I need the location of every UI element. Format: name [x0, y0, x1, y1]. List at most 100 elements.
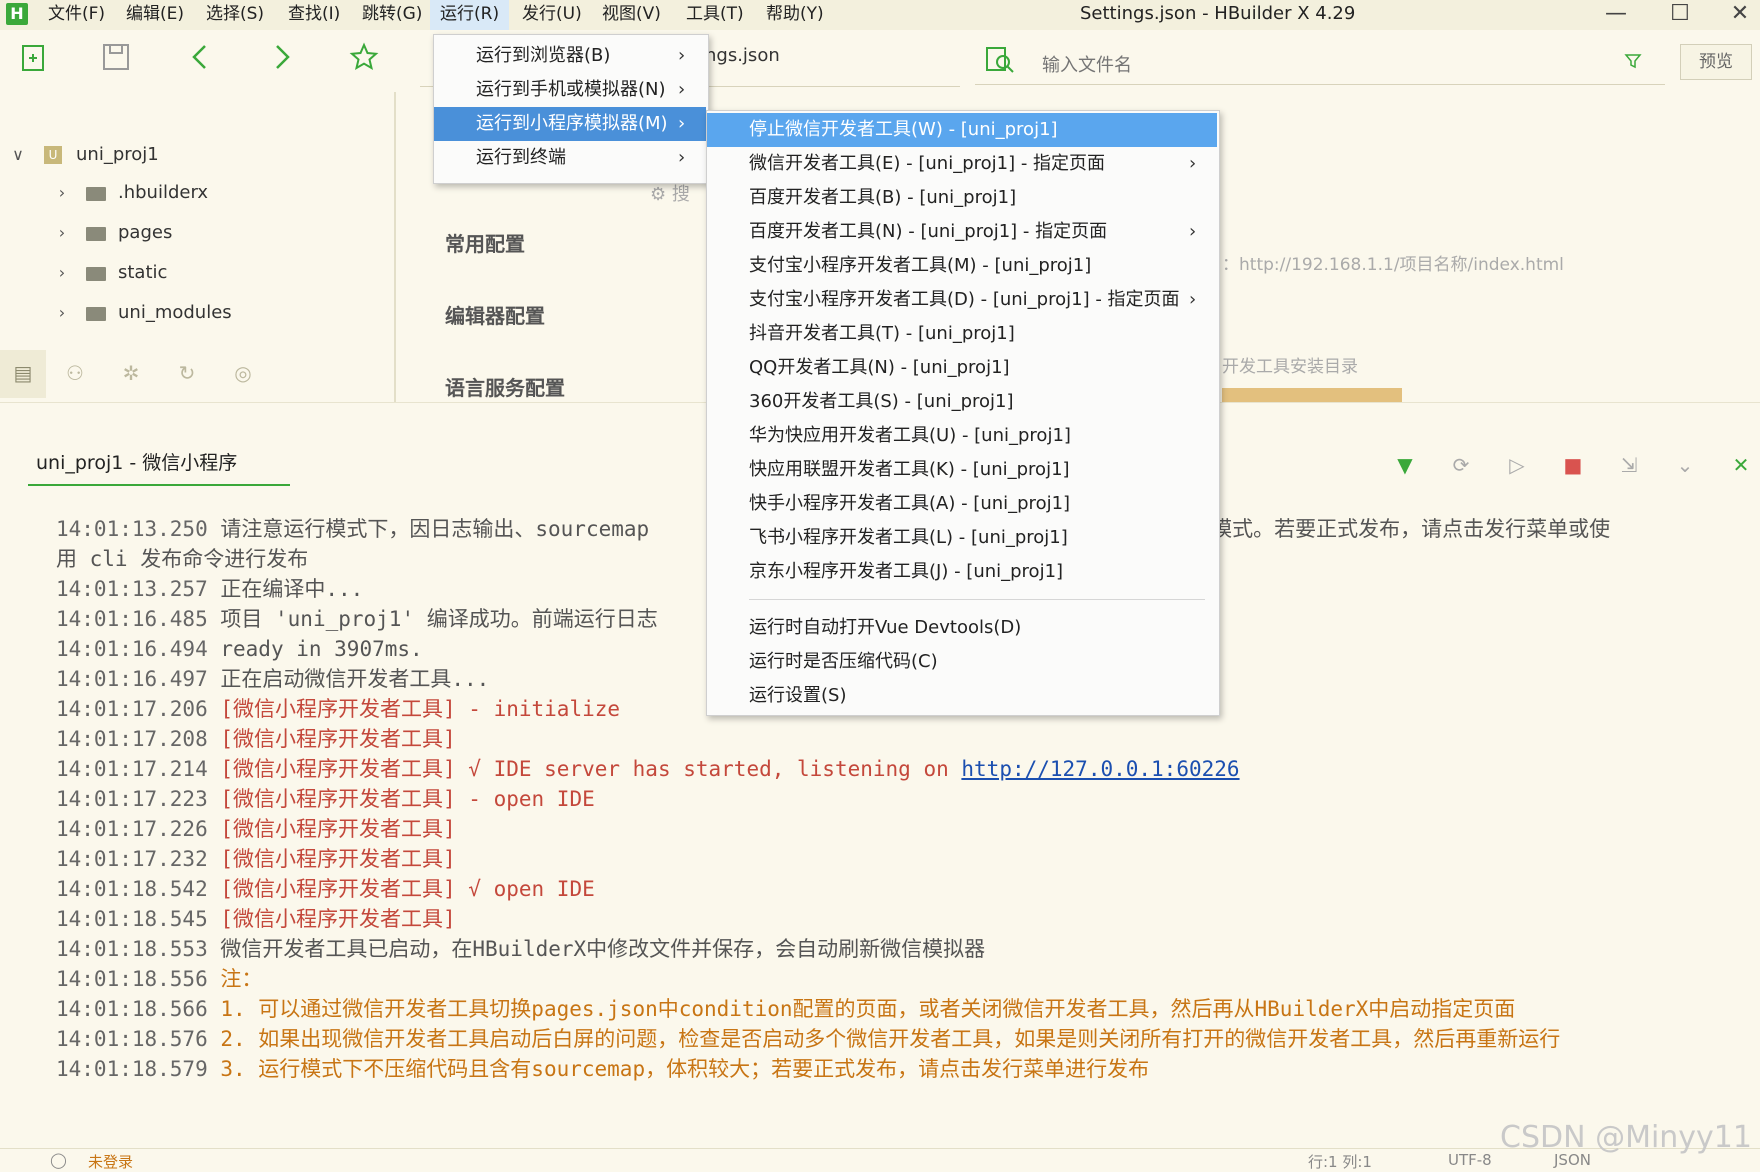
new-file-icon[interactable]: [14, 42, 54, 82]
file-search-input[interactable]: [1040, 50, 1584, 80]
log-text: 1. 可以通过微信开发者工具切换pages.json中condition配置的页…: [220, 997, 1516, 1021]
submenu-extra-item[interactable]: 运行时是否压缩代码(C): [707, 645, 1217, 679]
menu-item-6[interactable]: 发行(U): [512, 0, 592, 30]
tree-item-folder[interactable]: › pages: [0, 214, 390, 252]
chevron-right-icon: ›: [58, 303, 66, 322]
submenu-item[interactable]: 360开发者工具(S) - [uni_proj1]: [707, 385, 1217, 419]
chevron-down-icon[interactable]: ⌄: [1670, 450, 1700, 480]
login-status[interactable]: 未登录: [88, 1151, 133, 1172]
tree-item-uni-proj1[interactable]: ∨ U uni_proj1: [0, 136, 390, 174]
log-timestamp: 14:01:13.257: [56, 577, 208, 601]
log-text: 项目 'uni_proj1' 编译成功。前端运行日志: [220, 607, 658, 631]
submenu-item[interactable]: 停止微信开发者工具(W) - [uni_proj1]: [707, 113, 1217, 147]
tree-item-folder[interactable]: › static: [0, 254, 390, 292]
submenu-item[interactable]: 百度开发者工具(N) - [uni_proj1] - 指定页面 ›: [707, 215, 1217, 249]
globe-tab-icon[interactable]: ◎: [228, 358, 258, 388]
submenu-extra-item[interactable]: 运行设置(S): [707, 679, 1217, 713]
chevron-right-icon: ›: [1189, 289, 1197, 310]
stop-icon[interactable]: ■: [1558, 450, 1588, 480]
star-icon[interactable]: [344, 42, 384, 82]
console-line: 14:01:18.553 微信开发者工具已启动，在HBuilderX中修改文件并…: [56, 934, 985, 964]
minimize-button[interactable]: —: [1586, 0, 1646, 30]
settings-highlight-bar: [1222, 388, 1402, 402]
tree-item-label: pages: [118, 222, 173, 243]
submenu-item[interactable]: 支付宝小程序开发者工具(D) - [uni_proj1] - 指定页面 ›: [707, 283, 1217, 317]
menu-item-0[interactable]: 文件(F): [38, 0, 115, 30]
console-tab[interactable]: uni_proj1 - 微信小程序: [36, 448, 237, 475]
window-title: Settings.json - HBuilder X 4.29: [1080, 3, 1356, 24]
menu-item-label: 运行到手机或模拟器(N): [476, 79, 666, 100]
clear-console-icon[interactable]: ✕: [1726, 450, 1756, 480]
chevron-right-icon: ›: [58, 183, 66, 202]
section-editor-config[interactable]: 编辑器配置: [445, 300, 545, 329]
menu-item-8[interactable]: 工具(T): [676, 0, 754, 30]
chevron-right-icon: ›: [58, 263, 66, 282]
source-control-tab-icon[interactable]: ↻: [172, 358, 202, 388]
console-line: 14:01:13.257 正在编译中...: [56, 574, 363, 604]
restart-icon[interactable]: ⟳: [1446, 450, 1476, 480]
console-line: 14:01:17.226 [微信小程序开发者工具]: [56, 814, 456, 844]
tree-item-label: uni_modules: [118, 302, 232, 323]
menu-item-1[interactable]: 编辑(E): [116, 0, 194, 30]
run-menu-item[interactable]: 运行到小程序模拟器(M) ›: [434, 107, 706, 141]
submenu-item[interactable]: 微信开发者工具(E) - [uni_proj1] - 指定页面 ›: [707, 147, 1217, 181]
forward-icon[interactable]: [262, 42, 302, 82]
explorer-tab-icon[interactable]: ▤: [8, 358, 38, 388]
menu-item-label: 停止微信开发者工具(W) - [uni_proj1]: [749, 119, 1058, 140]
menu-item-label: 运行到小程序模拟器(M): [476, 113, 668, 134]
menu-item-3[interactable]: 查找(I): [278, 0, 350, 30]
filter-icon[interactable]: [1624, 52, 1642, 75]
play-icon[interactable]: ▷: [1502, 450, 1532, 480]
log-text: [微信小程序开发者工具]: [220, 907, 456, 931]
file-tab-settings-json[interactable]: ngs.json: [705, 45, 780, 66]
log-link[interactable]: http://127.0.0.1:60226: [961, 757, 1239, 781]
menu-item-9[interactable]: 帮助(Y): [756, 0, 834, 30]
log-timestamp: 14:01:17.214: [56, 757, 208, 781]
submenu-item[interactable]: QQ开发者工具(N) - [uni_proj1]: [707, 351, 1217, 385]
log-text: [微信小程序开发者工具]: [220, 847, 456, 871]
log-timestamp: 14:01:18.556: [56, 967, 208, 991]
section-language-service-config[interactable]: 语言服务配置: [445, 372, 565, 401]
plugin-tab-icon[interactable]: ⚇: [60, 358, 90, 388]
close-button[interactable]: ✕: [1710, 0, 1760, 30]
maximize-button[interactable]: ☐: [1650, 0, 1710, 30]
console-line: 14:01:17.223 [微信小程序开发者工具] - open IDE: [56, 784, 595, 814]
tree-item-folder[interactable]: › .hbuilderx: [0, 174, 390, 212]
submenu-item[interactable]: 百度开发者工具(B) - [uni_proj1]: [707, 181, 1217, 215]
log-timestamp: 14:01:16.497: [56, 667, 208, 691]
menu-item-label: 快手小程序开发者工具(A) - [uni_proj1]: [749, 493, 1071, 514]
encoding-status[interactable]: UTF-8: [1448, 1151, 1492, 1169]
vue-icon[interactable]: ▼: [1390, 450, 1420, 480]
submenu-item[interactable]: 支付宝小程序开发者工具(M) - [uni_proj1]: [707, 249, 1217, 283]
preview-button[interactable]: 预览: [1680, 44, 1752, 80]
debug-tab-icon[interactable]: ✲: [116, 358, 146, 388]
tree-item-label: static: [118, 262, 168, 283]
log-text: 微信开发者工具已启动，在HBuilderX中修改文件并保存，会自动刷新微信模拟器: [220, 937, 986, 961]
submenu-item[interactable]: 快手小程序开发者工具(A) - [uni_proj1]: [707, 487, 1217, 521]
log-text: 2. 如果出现微信开发者工具启动后白屏的问题，检查是否启动多个微信开发者工具，如…: [220, 1027, 1561, 1051]
run-menu-item[interactable]: 运行到终端 ›: [434, 141, 706, 175]
open-external-icon[interactable]: ⇲: [1614, 450, 1644, 480]
console-line: 14:01:18.579 3. 运行模式下不压缩代码且含有sourcemap，体…: [56, 1054, 1149, 1084]
menu-item-2[interactable]: 选择(S): [196, 0, 274, 30]
back-icon[interactable]: [180, 42, 220, 82]
menu-run[interactable]: 运行(R): [430, 0, 510, 30]
save-icon[interactable]: [96, 42, 136, 82]
tree-item-folder[interactable]: › uni_modules: [0, 294, 390, 332]
chevron-right-icon: ›: [58, 223, 66, 242]
submenu-item[interactable]: 抖音开发者工具(T) - [uni_proj1]: [707, 317, 1217, 351]
submenu-item[interactable]: 京东小程序开发者工具(J) - [uni_proj1]: [707, 555, 1217, 589]
avatar-icon[interactable]: ◯: [50, 1151, 67, 1169]
submenu-extra-item[interactable]: 运行时自动打开Vue Devtools(D): [707, 611, 1217, 645]
menu-item-7[interactable]: 视图(V): [592, 0, 671, 30]
submenu-item[interactable]: 华为快应用开发者工具(U) - [uni_proj1]: [707, 419, 1217, 453]
menu-item-4[interactable]: 跳转(G): [352, 0, 432, 30]
run-menu-item[interactable]: 运行到手机或模拟器(N) ›: [434, 73, 706, 107]
tree-item-label: .hbuilderx: [118, 182, 209, 203]
menu-item-label: 支付宝小程序开发者工具(M) - [uni_proj1]: [749, 255, 1092, 276]
submenu-item[interactable]: 飞书小程序开发者工具(L) - [uni_proj1]: [707, 521, 1217, 555]
run-menu-item[interactable]: 运行到浏览器(B) ›: [434, 39, 706, 73]
section-common-config[interactable]: 常用配置: [445, 228, 525, 257]
chevron-right-icon: ›: [1189, 153, 1197, 174]
submenu-item[interactable]: 快应用联盟开发者工具(K) - [uni_proj1]: [707, 453, 1217, 487]
